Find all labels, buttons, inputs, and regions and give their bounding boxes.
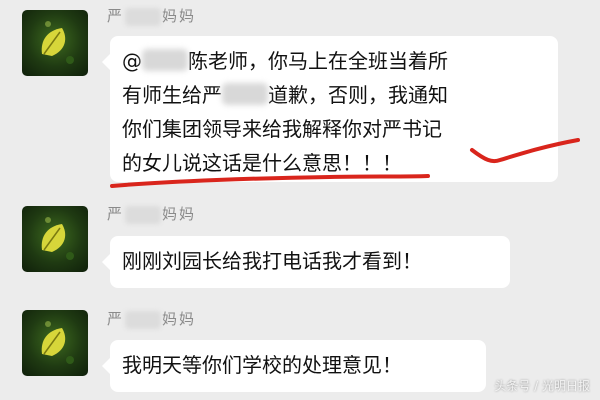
- redaction-blur: [125, 205, 162, 224]
- message-text: 你们集团领导来给我解释你对严书记: [122, 117, 442, 141]
- message-bubble[interactable]: 刚刚刘园长给我打电话我才看到！: [102, 236, 510, 288]
- message-text: 刚刚刘园长给我打电话我才看到！: [122, 249, 422, 273]
- message-bubble[interactable]: @ 陈老师，你马上在全班当着所 有师生给严 道歉，否则，我通知 你们集团领导来给我解…: [102, 36, 558, 182]
- avatar[interactable]: [22, 206, 88, 272]
- leaf-avatar-icon: [41, 21, 74, 64]
- redaction-blur: [142, 49, 188, 71]
- message-text: 道歉，否则，我通知: [268, 83, 448, 107]
- message-line: @ 陈老师，你马上在全班当着所: [122, 44, 544, 78]
- sender-name-prefix: 严: [107, 310, 125, 328]
- redaction-blur: [125, 7, 162, 26]
- message-line: 有师生给严 道歉，否则，我通知: [122, 78, 544, 112]
- sender-name: 严 妈妈: [107, 308, 196, 329]
- sender-name: 严 妈妈: [107, 203, 196, 224]
- leaf-avatar-icon: [41, 321, 74, 364]
- redaction-blur: [222, 83, 268, 105]
- sender-name-prefix: 严: [107, 205, 125, 223]
- message-text: 我明天等你们学校的处理意见！: [122, 353, 402, 377]
- sender-name: 严 妈妈: [107, 5, 196, 26]
- sender-name-suffix: 妈妈: [162, 205, 197, 223]
- message-line: 你们集团领导来给我解释你对严书记: [122, 112, 544, 146]
- message-text: 的女儿说这话是什么意思！！！: [122, 151, 402, 175]
- avatar[interactable]: [22, 10, 88, 76]
- sender-name-suffix: 妈妈: [162, 7, 197, 25]
- message-line: 的女儿说这话是什么意思！！！: [122, 146, 544, 180]
- watermark: 头条号 / 光明日报: [494, 379, 590, 393]
- message-text: 有师生给严: [122, 83, 222, 107]
- sender-name-prefix: 严: [107, 7, 125, 25]
- redaction-blur: [125, 310, 162, 329]
- message-bubble[interactable]: 我明天等你们学校的处理意见！: [102, 340, 486, 392]
- avatar[interactable]: [22, 310, 88, 376]
- leaf-avatar-icon: [41, 217, 74, 260]
- message-text: @: [122, 49, 142, 73]
- message-text: 陈老师，你马上在全班当着所: [188, 49, 448, 73]
- sender-name-suffix: 妈妈: [162, 310, 197, 328]
